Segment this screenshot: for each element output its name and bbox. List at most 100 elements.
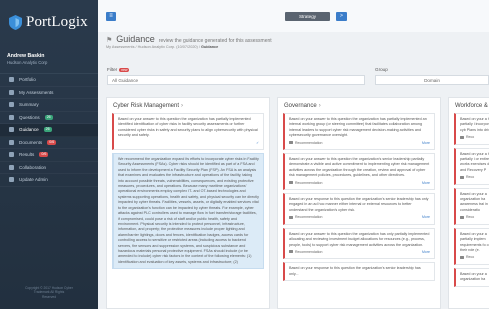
sidebar-item-portfolio[interactable]: Portfolio xyxy=(0,74,98,87)
recommendation-label: Reco xyxy=(466,135,475,140)
guidance-text: Based on your a have partially i incorpo… xyxy=(460,117,489,132)
more-link[interactable]: More xyxy=(422,250,430,255)
guidance-text: Based on your answer to this question th… xyxy=(289,231,430,247)
card-footer: Reco xyxy=(460,255,489,260)
guidance-text: Based on your a have partially i or enti… xyxy=(460,151,489,172)
guidance-text: Based on your answer to this question th… xyxy=(118,117,258,138)
guidance-text: Based on your answer to this question th… xyxy=(289,117,427,138)
recommendation-link[interactable]: Recommendation xyxy=(289,181,322,186)
nav-badge: 26 xyxy=(44,114,53,120)
comment-icon xyxy=(460,175,464,179)
more-link[interactable]: More xyxy=(422,141,430,146)
more-link[interactable]: More xyxy=(422,215,430,220)
column-title-text: Governance xyxy=(284,103,317,109)
recommendation-label: Recommendation xyxy=(295,180,323,185)
recommendation-link[interactable]: Reco xyxy=(460,215,474,220)
card-footer: Reco xyxy=(460,135,489,140)
sidebar-item-label: Documents xyxy=(19,139,43,145)
recommendation-label: Recommendation xyxy=(295,215,323,220)
recommendation-link[interactable]: Reco xyxy=(460,135,474,140)
sidebar-item-my-assessments[interactable]: My Assessments xyxy=(0,87,98,99)
recommendation-link[interactable]: Recommendation xyxy=(289,141,322,146)
guidance-text: Based on your a organization ha xyxy=(460,271,487,282)
more-link[interactable]: More xyxy=(422,181,430,186)
clipboard-icon xyxy=(9,89,14,95)
guidance-card[interactable]: Based on your answer to this question th… xyxy=(283,113,435,151)
user-info: Andrew Baskin Hudson Analytix Corp xyxy=(0,53,98,65)
guidance-card[interactable]: Based on your response to this question … xyxy=(283,262,435,282)
guidance-text: Based on your a organization ha awarenes… xyxy=(460,191,488,212)
strategy-button[interactable]: Strategy xyxy=(285,12,330,21)
comment-icon xyxy=(289,250,293,254)
sidebar-item-label: Collaboration xyxy=(19,164,47,170)
card-footer: Recommendation More xyxy=(289,250,430,255)
guidance-card[interactable]: Based on your answer to this question th… xyxy=(283,227,435,260)
guidance-text: We recommend the organization expand its… xyxy=(118,157,259,264)
recommendation-link[interactable]: Recommendation xyxy=(289,250,322,255)
guidance-card[interactable]: We recommend the organization expand its… xyxy=(112,153,264,270)
copyright-line: Reserved xyxy=(41,294,57,299)
guidance-card[interactable]: Based on your a have partially i or enti… xyxy=(454,147,489,185)
breadcrumb-path[interactable]: My Assessments / Hudson Analytix Corp. (… xyxy=(106,45,200,49)
recommendation-label: Reco xyxy=(466,175,475,180)
filter-label: Filter new xyxy=(107,67,130,72)
users-icon xyxy=(9,164,14,170)
more-link[interactable]: ✓ xyxy=(256,141,259,146)
recommendation-label: Recommendation xyxy=(295,249,323,254)
briefcase-icon xyxy=(9,77,14,83)
sidebar-item-summary[interactable]: Summary xyxy=(0,99,98,112)
card-footer: ✓ xyxy=(118,141,259,146)
menu-toggle-button[interactable]: ≡ xyxy=(106,12,116,21)
comment-icon xyxy=(460,255,464,259)
sidebar-item-update-admin[interactable]: Update Admin xyxy=(0,174,98,187)
top-bar: ≡ Strategy > xyxy=(98,0,489,32)
guidance-card[interactable]: Based on your a partially implem require… xyxy=(454,227,489,265)
sidebar-item-results[interactable]: Results 0/6 xyxy=(0,149,98,162)
recommendation-label: Reco xyxy=(466,215,475,220)
flag-icon xyxy=(9,127,14,133)
column-title[interactable]: Governance › xyxy=(278,98,440,110)
guidance-card[interactable]: Based on your response to this question … xyxy=(283,193,435,225)
sidebar-item-label: Questions xyxy=(19,114,40,120)
sidebar-item-documents[interactable]: Documents 0/6 xyxy=(0,137,98,149)
guidance-text: Based on your answer to this question th… xyxy=(289,157,430,178)
nav-badge: 26 xyxy=(43,127,52,133)
page-subtitle: review the guidance generated for this a… xyxy=(158,38,272,44)
guidance-card[interactable]: Based on your a organization ha xyxy=(454,267,489,287)
group-select[interactable]: Domain xyxy=(375,75,489,85)
user-org: Hudson Analytix Corp xyxy=(7,60,48,65)
column-title[interactable]: Workforce & T› xyxy=(449,98,489,110)
guidance-card[interactable]: Based on your answer to this question th… xyxy=(283,153,435,191)
guidance-text: Based on your response to this question … xyxy=(289,266,421,276)
recommendation-link[interactable]: Reco xyxy=(460,175,474,180)
card-footer: Reco xyxy=(460,175,489,180)
sidebar-item-label: My Assessments xyxy=(19,89,54,95)
page-header: ⚑ Guidance review the guidance generated… xyxy=(106,34,272,44)
guidance-card[interactable]: Based on your answer to this question th… xyxy=(112,113,264,151)
next-button[interactable]: > xyxy=(336,12,347,21)
card-footer: Reco xyxy=(460,215,489,220)
sidebar-item-questions[interactable]: Questions 26 xyxy=(0,112,98,124)
recommendation-link[interactable]: Recommendation xyxy=(289,215,322,220)
nav-badge: 0/6 xyxy=(39,152,49,158)
sidebar-nav: Portfolio My Assessments Summary Questions 2… xyxy=(0,73,98,187)
sidebar-item-collaboration[interactable]: Collaboration xyxy=(0,162,98,174)
breadcrumb: My Assessments / Hudson Analytix Corp. (… xyxy=(106,45,218,49)
logo[interactable]: PortLogix xyxy=(0,0,98,31)
filter-label-text: Filter xyxy=(107,67,118,72)
gear-icon xyxy=(9,177,14,183)
recommendation-link[interactable]: Reco xyxy=(460,255,474,260)
guidance-column: Governance › Based on your answer to this … xyxy=(277,97,441,309)
filter-select[interactable]: All Guidance xyxy=(107,75,365,85)
chart-icon xyxy=(9,102,14,108)
user-name: Andrew Baskin xyxy=(7,53,45,59)
sidebar-item-guidance[interactable]: Guidance 26 xyxy=(0,124,98,137)
guidance-card[interactable]: Based on your a have partially i incorpo… xyxy=(454,113,489,145)
column-title-text: Cyber Risk Management xyxy=(113,103,180,109)
column-title[interactable]: Cyber Risk Management › xyxy=(107,98,269,110)
guidance-card[interactable]: Based on your a organization ha awarenes… xyxy=(454,187,489,225)
recommendation-label: Reco xyxy=(466,255,475,260)
card-footer: Recommendation More xyxy=(289,181,430,186)
results-icon xyxy=(9,152,14,158)
group-label: Group xyxy=(375,67,388,72)
